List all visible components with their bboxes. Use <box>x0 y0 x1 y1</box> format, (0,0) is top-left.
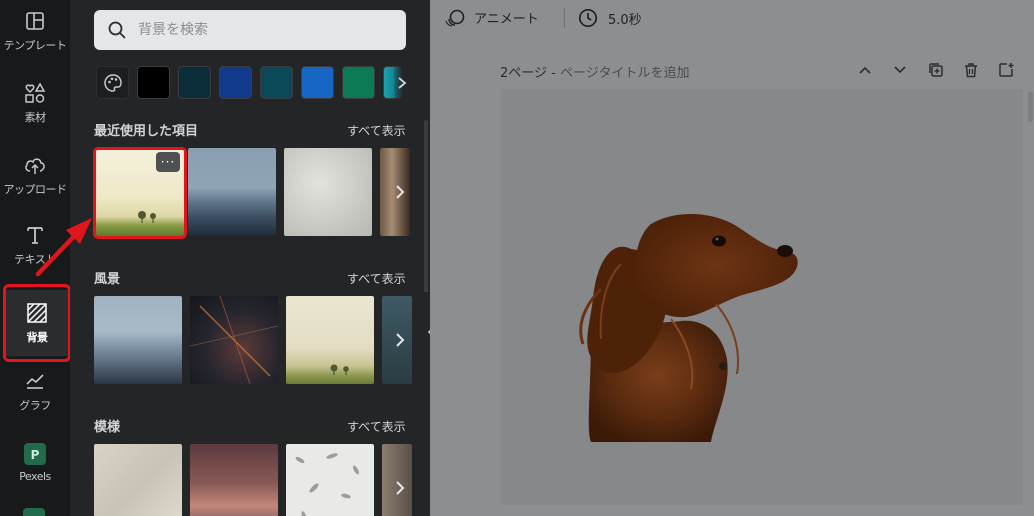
section-title-recent: 最近使用した項目 <box>94 124 199 139</box>
tree-silhouette <box>330 364 349 375</box>
rail-label-template: テンプレート <box>3 38 67 52</box>
landscape-thumb-field[interactable] <box>286 296 374 384</box>
editor-topbar: アニメート 5.0秒 <box>430 0 1034 34</box>
rail-label-text: テキスト <box>14 252 56 266</box>
chevron-up-icon <box>859 66 871 74</box>
rail-item-pexels[interactable]: P Pexels <box>0 432 70 494</box>
elements-icon <box>24 81 46 104</box>
search-input[interactable] <box>138 22 378 38</box>
pexels-icon: P <box>24 443 46 465</box>
background-panel: 最近使用した項目 すべて表示 ··· 風景 すべて表示 模様 すべて表示 <box>70 0 430 516</box>
rail-item-text[interactable]: テキスト <box>0 214 70 276</box>
recent-thumb-field[interactable]: ··· <box>96 148 184 236</box>
see-all-pattern[interactable]: すべて表示 <box>347 418 406 435</box>
see-all-landscape[interactable]: すべて表示 <box>347 270 406 287</box>
recent-thumb-row: ··· <box>94 148 410 236</box>
landscape-next-button[interactable] <box>388 296 412 384</box>
upload-icon <box>24 154 46 176</box>
pattern-thumb-gradient[interactable] <box>190 444 278 516</box>
rail-label-background: 背景 <box>26 330 49 344</box>
rail-item-elements[interactable]: 素材 <box>0 72 70 134</box>
rail-label-pexels: Pexels <box>19 470 51 483</box>
chevron-right-icon <box>398 76 407 89</box>
text-icon <box>24 224 46 246</box>
rail-item-upload[interactable]: アップロード <box>0 144 70 206</box>
chevron-right-icon <box>396 333 405 347</box>
see-all-recent[interactable]: すべて表示 <box>347 122 406 139</box>
color-swatch[interactable] <box>178 66 211 99</box>
pattern-thumb-wall[interactable] <box>94 444 182 516</box>
template-icon <box>24 10 46 32</box>
trash-icon <box>965 63 977 78</box>
swatch-next-button[interactable] <box>394 66 410 99</box>
section-title-landscape: 風景 <box>94 272 121 287</box>
editor-scrollbar[interactable] <box>1028 92 1033 122</box>
animate-label: アニメート <box>474 12 539 27</box>
background-icon <box>26 302 48 324</box>
search-box[interactable] <box>94 10 406 50</box>
city-lights <box>190 296 278 384</box>
search-icon <box>108 21 126 39</box>
rail-item-background[interactable]: 背景 <box>6 290 68 356</box>
animate-button[interactable]: アニメート <box>444 8 539 27</box>
add-page-icon <box>999 63 1014 77</box>
chevron-right-icon <box>396 185 405 199</box>
color-swatches <box>96 66 403 100</box>
leaf-pattern <box>295 453 360 516</box>
recent-thumb-texture[interactable] <box>284 148 372 236</box>
left-rail: テンプレート 素材 アップロード テキスト 背景 グラフ P Pexels <box>0 0 70 516</box>
pattern-thumb-leaves[interactable] <box>286 444 374 516</box>
rail-item-chart[interactable]: グラフ <box>0 360 70 422</box>
rail-label-upload: アップロード <box>3 182 68 196</box>
duration-button[interactable]: 5.0秒 <box>578 8 642 28</box>
svg-text:P: P <box>31 448 40 462</box>
chevron-down-icon <box>894 66 906 74</box>
page-down-button[interactable] <box>890 60 910 80</box>
recent-thumb-mountain[interactable] <box>188 148 276 236</box>
color-swatch[interactable] <box>137 66 170 99</box>
color-palette-button[interactable] <box>96 66 129 99</box>
section-title-pattern: 模様 <box>94 420 121 435</box>
tree-silhouette <box>138 211 156 223</box>
page-header: 2ページ - ページタイトルを追加 <box>500 62 689 81</box>
landscape-thumb-city[interactable] <box>190 296 278 384</box>
editor-area: アニメート 5.0秒 2ページ - ページタイトルを追加 <box>430 0 1034 516</box>
rail-item-template[interactable]: テンプレート <box>0 0 70 62</box>
rail-item-partial <box>23 508 45 516</box>
color-swatch[interactable] <box>260 66 293 99</box>
recent-next-button[interactable] <box>388 148 412 236</box>
color-swatch[interactable] <box>301 66 334 99</box>
pattern-thumb-row <box>94 444 412 516</box>
color-swatch[interactable] <box>342 66 375 99</box>
page-number-label: 2ページ - <box>500 66 560 81</box>
color-swatch[interactable] <box>219 66 252 99</box>
duplicate-page-button[interactable] <box>926 60 946 80</box>
page-up-button[interactable] <box>855 60 875 80</box>
rail-label-elements: 素材 <box>24 110 47 124</box>
chart-icon <box>24 370 46 392</box>
duplicate-icon <box>929 63 943 77</box>
panel-scrollbar[interactable] <box>424 120 428 320</box>
page-title-input[interactable]: ページタイトルを追加 <box>560 66 689 81</box>
more-options-button[interactable]: ··· <box>156 152 180 172</box>
delete-page-button[interactable] <box>961 60 981 80</box>
animate-icon <box>445 9 465 27</box>
rail-label-chart: グラフ <box>19 398 51 412</box>
duration-label: 5.0秒 <box>608 12 642 28</box>
landscape-thumb-mountain[interactable] <box>94 296 182 384</box>
chevron-right-icon <box>396 481 405 495</box>
pattern-next-button[interactable] <box>388 444 412 516</box>
landscape-thumb-row <box>94 296 412 384</box>
topbar-divider <box>564 8 565 28</box>
design-canvas[interactable] <box>501 89 1023 505</box>
palette-icon <box>103 73 122 92</box>
add-page-button[interactable] <box>996 60 1016 80</box>
clock-icon <box>578 8 598 28</box>
dog-image <box>579 213 798 442</box>
